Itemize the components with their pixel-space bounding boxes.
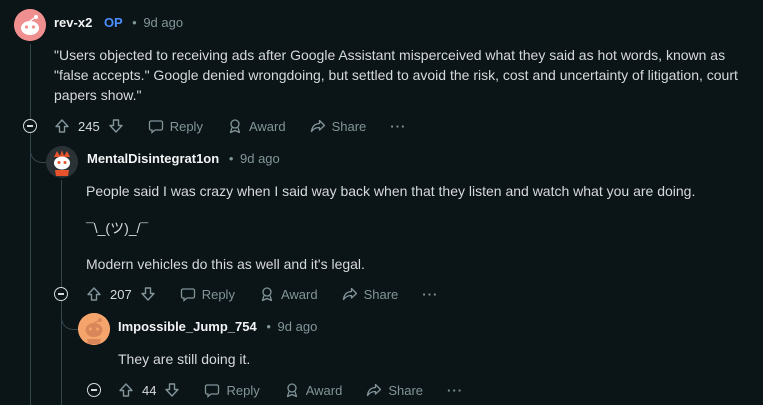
author-name[interactable]: MentalDisintegrat1on (87, 151, 219, 166)
comment-actions: 44 Reply Award Share ··· (118, 378, 487, 402)
award-label: Award (280, 286, 318, 302)
comment-body: They are still doing it. (118, 351, 251, 367)
downvote-icon[interactable] (140, 286, 156, 302)
award-label: Award (305, 382, 343, 398)
separator-dot: • (132, 15, 137, 30)
award-button[interactable]: Award (227, 118, 286, 134)
reply-label: Reply (226, 382, 260, 398)
share-button[interactable]: Share (366, 382, 423, 398)
award-icon (286, 383, 297, 398)
share-icon (310, 119, 325, 133)
author-name[interactable]: Impossible_Jump_754 (118, 319, 257, 334)
avatar[interactable] (78, 313, 110, 345)
comment-header: MentalDisintegrat1on • 9d ago (87, 151, 280, 166)
timestamp[interactable]: 9d ago (278, 319, 318, 334)
more-icon[interactable]: ··· (390, 119, 406, 134)
reply-icon (180, 288, 195, 302)
vote-count: 245 (78, 118, 100, 134)
downvote-icon[interactable] (108, 118, 124, 134)
award-label: Award (248, 118, 286, 134)
share-label: Share (363, 286, 399, 302)
share-icon (342, 287, 357, 301)
more-icon[interactable]: ··· (422, 287, 438, 302)
vote-controls: 44 (118, 382, 180, 398)
reply-button[interactable]: Reply (148, 118, 203, 134)
comment-actions: 245 Reply Award Share ··· (54, 114, 430, 138)
upvote-icon[interactable] (118, 382, 134, 398)
reply-icon (148, 120, 163, 134)
comment-header: rev-x2 OP • 9d ago (54, 15, 183, 30)
snoo-avatar-icon (78, 313, 110, 345)
comment-paragraph: Modern vehicles do this as well and it's… (86, 256, 365, 272)
comment-actions: 207 Reply Award Share ··· (86, 282, 462, 306)
reply-label: Reply (201, 286, 235, 302)
collapse-icon[interactable] (87, 383, 101, 397)
timestamp[interactable]: 9d ago (143, 15, 183, 30)
vote-count: 207 (110, 286, 132, 302)
award-button[interactable]: Award (284, 382, 343, 398)
collapse-icon[interactable] (54, 287, 68, 301)
share-label: Share (388, 382, 424, 398)
thread-line-root (30, 44, 31, 405)
more-icon[interactable]: ··· (447, 383, 463, 398)
comment-paragraph: ¯\_(ツ)_/¯ (86, 220, 149, 236)
reply-icon (205, 384, 220, 398)
upvote-icon[interactable] (54, 118, 70, 134)
timestamp[interactable]: 9d ago (240, 151, 280, 166)
op-badge: OP (103, 15, 123, 30)
reply-label: Reply (169, 118, 203, 134)
award-button[interactable]: Award (259, 286, 318, 302)
collapse-icon[interactable] (23, 119, 37, 133)
comment-header: Impossible_Jump_754 • 9d ago (118, 319, 317, 334)
downvote-icon[interactable] (164, 382, 180, 398)
award-icon (229, 119, 241, 134)
snoo-avatar-icon (46, 146, 78, 178)
share-button[interactable]: Share (342, 286, 399, 302)
upvote-icon[interactable] (86, 286, 102, 302)
separator-dot: • (228, 151, 234, 166)
award-icon (261, 287, 273, 302)
reply-button[interactable]: Reply (204, 382, 260, 398)
comment-body: "Users objected to receiving ads after G… (54, 47, 738, 103)
avatar[interactable] (46, 146, 78, 178)
author-name[interactable]: rev-x2 (54, 15, 92, 30)
vote-count: 44 (142, 382, 157, 398)
share-button[interactable]: Share (310, 118, 367, 134)
avatar[interactable] (14, 9, 46, 41)
share-icon (367, 383, 382, 397)
vote-controls: 245 (54, 118, 124, 134)
separator-dot: • (266, 319, 271, 334)
share-label: Share (331, 118, 367, 134)
comment-paragraph: People said I was crazy when I said way … (86, 183, 696, 199)
vote-controls: 207 (86, 286, 156, 302)
snoo-avatar-icon (14, 9, 46, 41)
reply-button[interactable]: Reply (180, 286, 235, 302)
